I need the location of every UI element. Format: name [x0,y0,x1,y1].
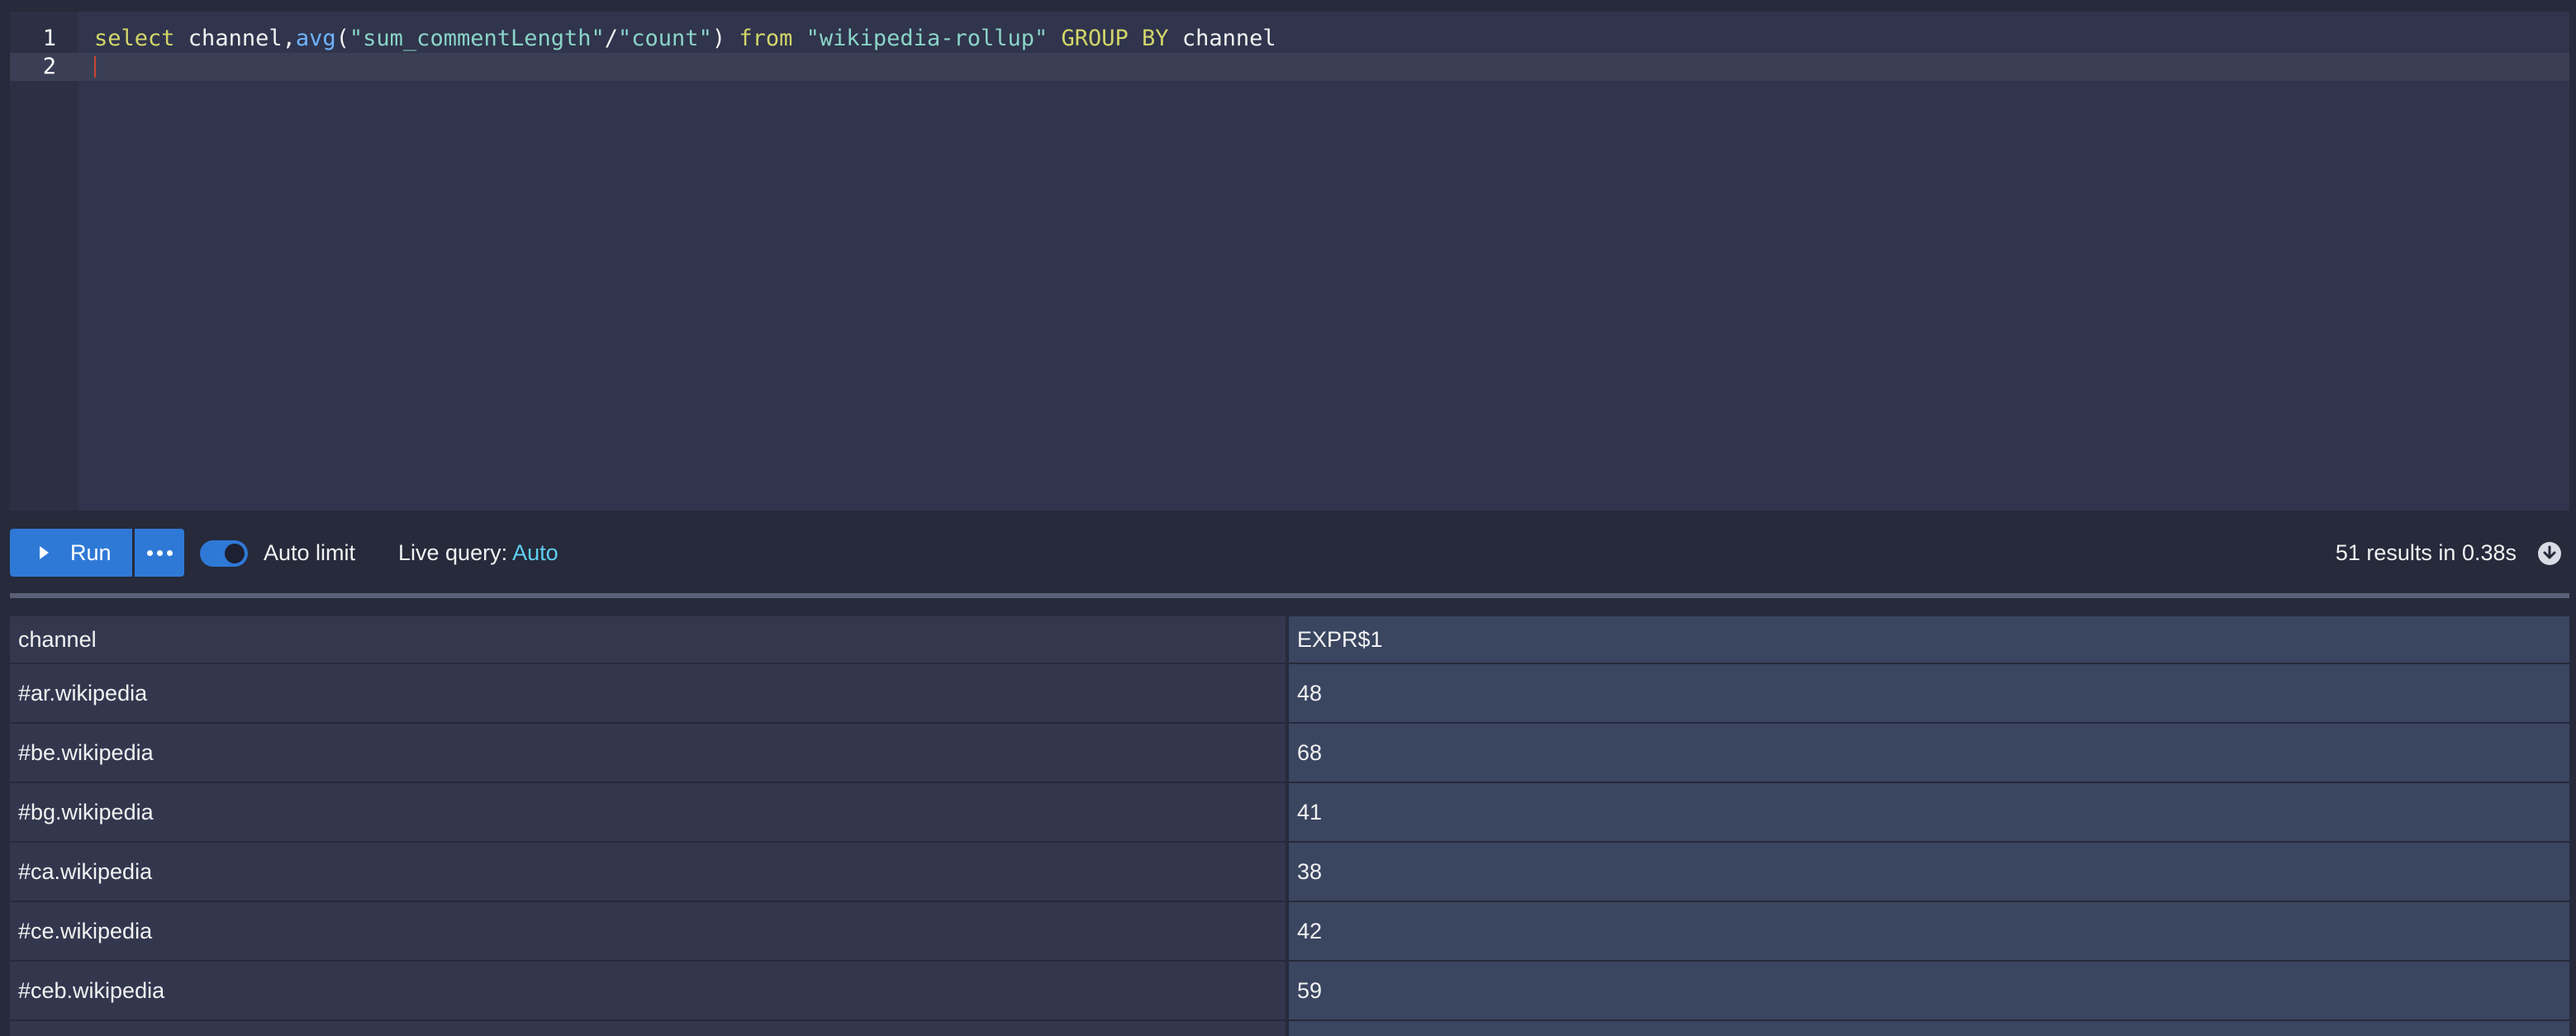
auto-limit-label[interactable]: Auto limit [264,527,355,578]
text-cursor [94,56,96,78]
panel-splitter[interactable] [10,593,2569,598]
code-token: select [94,26,175,51]
editor-line-2[interactable]: 2 [10,53,2569,81]
editor-gutter [10,12,78,511]
code-token: "sum_commentLength" [349,26,605,51]
code-token: ) [711,26,739,51]
table-cell-channel: #ca.wikipedia [10,843,1289,901]
code-token: avg [295,26,336,51]
code-token: ( [335,26,349,51]
more-options-button[interactable] [135,529,184,577]
results-summary: 51 results in 0.38s [2335,540,2517,565]
more-horizontal-icon [146,549,173,556]
live-query: Live query: Auto [398,527,558,578]
run-button-label: Run [70,539,112,565]
table-cell-channel: #be.wikipedia [10,724,1289,782]
query-view: 1 select channel,avg("sum_commentLength"… [0,0,2576,1036]
editor-line-1-code[interactable]: select channel,avg("sum_commentLength"/"… [94,25,1276,53]
editor-line-1[interactable]: 1 select channel,avg("sum_commentLength"… [10,25,2569,53]
table-cell-channel: #ceb.wikipedia [10,962,1289,1019]
table-row-partial [10,1019,2569,1036]
live-query-label: Live query: [398,540,513,565]
table-cell-channel: #bg.wikipedia [10,783,1289,841]
table-row: #ce.wikipedia 42 [10,901,2569,960]
live-query-value[interactable]: Auto [512,540,558,565]
sql-editor[interactable]: 1 select channel,avg("sum_commentLength"… [10,12,2569,511]
table-cell-value: 38 [1289,843,2569,901]
code-token: "count" [618,26,712,51]
table-header: channel EXPR$1 [10,616,2569,663]
table-cell-value: 48 [1289,664,2569,722]
code-token: / [604,26,619,51]
run-button[interactable]: Run [10,529,132,577]
code-token: channel [1168,26,1276,51]
table-row: #ceb.wikipedia 59 [10,960,2569,1019]
line-number-1: 1 [42,26,56,51]
code-token: GROUP BY [1061,26,1169,51]
table-row: #be.wikipedia 68 [10,722,2569,782]
table-cell-channel: #ce.wikipedia [10,902,1289,960]
table-cell-channel: #ar.wikipedia [10,664,1289,722]
table-cell-value: 41 [1289,783,2569,841]
download-circle-icon[interactable] [2536,540,2563,567]
table-row: #ca.wikipedia 38 [10,841,2569,901]
table-cell-channel [10,1021,1289,1036]
code-token: channel, [174,26,296,51]
column-header-expr1[interactable]: EXPR$1 [1289,616,2569,663]
code-token: "wikipedia-rollup" [806,26,1048,51]
table-cell-value: 68 [1289,724,2569,782]
column-header-channel[interactable]: channel [10,616,1289,663]
query-toolbar: Run Auto limit Live query: Auto 51 resul… [10,527,2569,578]
results-table: channel EXPR$1 #ar.wikipedia 48 #be.wiki… [10,616,2569,1036]
table-cell-value: 59 [1289,962,2569,1019]
auto-limit-toggle[interactable] [200,540,248,567]
table-row: #bg.wikipedia 41 [10,782,2569,841]
line-number-2: 2 [42,54,56,79]
toggle-knob [225,544,245,563]
table-cell-value: 42 [1289,902,2569,960]
table-row: #ar.wikipedia 48 [10,663,2569,722]
table-cell-value [1289,1021,2569,1036]
play-icon [40,546,49,559]
code-token: from [739,26,793,51]
